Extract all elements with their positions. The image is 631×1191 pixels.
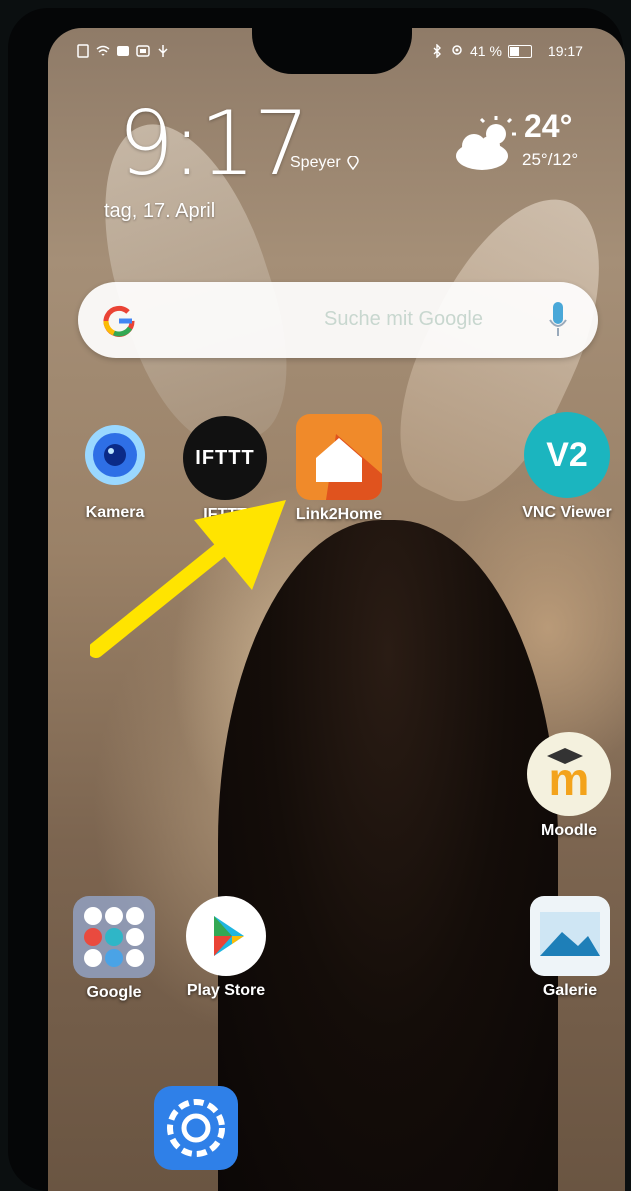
status-time: 19:17	[547, 43, 583, 59]
wifi-icon	[96, 45, 110, 56]
weather-partly-cloudy-icon[interactable]	[452, 116, 522, 172]
microphone-icon[interactable]	[548, 300, 568, 340]
home-icon	[296, 414, 382, 500]
google-logo-icon	[103, 305, 135, 337]
notification-icon	[136, 45, 150, 57]
clock-location: Speyer	[290, 154, 359, 172]
app-label: VNC Viewer	[522, 504, 612, 521]
graduation-cap-icon	[547, 748, 583, 764]
location-icon	[452, 45, 462, 55]
app-label: Google	[86, 984, 142, 1001]
camera-notch	[252, 28, 412, 74]
app-label: Galerie	[542, 982, 598, 999]
location-label: Speyer	[290, 154, 341, 171]
weather-temperature: 24°	[524, 108, 573, 144]
weather-range: 25°/12°	[522, 150, 579, 169]
clock-time[interactable]: 9:17	[118, 100, 310, 188]
battery-percent: 41 %	[470, 43, 502, 59]
ifttt-icon-text: IFTTT	[195, 446, 255, 469]
app-label: Play Store	[186, 982, 266, 999]
battery-icon	[507, 44, 532, 58]
google-search-bar[interactable]: Suche mit Google	[78, 282, 598, 358]
settings-icon	[167, 1099, 225, 1157]
gallery-icon	[530, 896, 610, 976]
location-pin-icon	[346, 156, 359, 170]
status-bar-left	[76, 40, 170, 62]
play-store-icon	[186, 896, 266, 976]
search-placeholder: Suche mit Google	[324, 308, 483, 330]
vnc-icon-text: V2	[546, 435, 588, 474]
sim-icon	[77, 44, 89, 58]
moodle-icon: m	[527, 732, 611, 816]
vnc-icon: V2	[524, 412, 610, 498]
notification-icon	[117, 46, 129, 56]
app-galerie[interactable]: Galerie	[520, 896, 620, 1000]
ifttt-icon: IFTTT	[183, 416, 267, 500]
folder-icon	[73, 896, 155, 978]
bluetooth-icon	[433, 44, 441, 58]
app-vnc-viewer[interactable]: V2 VNC Viewer	[512, 412, 622, 522]
clock-date: tag, 17. April	[104, 200, 216, 222]
app-play-store[interactable]: Play Store	[176, 896, 276, 1000]
status-bar-right: 41 % 19:17	[430, 40, 583, 62]
arrow-pointer-icon	[90, 500, 286, 658]
app-moodle[interactable]: m Moodle	[514, 732, 624, 840]
usb-icon	[158, 45, 168, 57]
app-label: Moodle	[541, 822, 597, 839]
app-google-folder[interactable]: Google	[66, 896, 162, 1002]
app-settings[interactable]	[154, 1086, 238, 1170]
camera-icon	[84, 424, 146, 486]
